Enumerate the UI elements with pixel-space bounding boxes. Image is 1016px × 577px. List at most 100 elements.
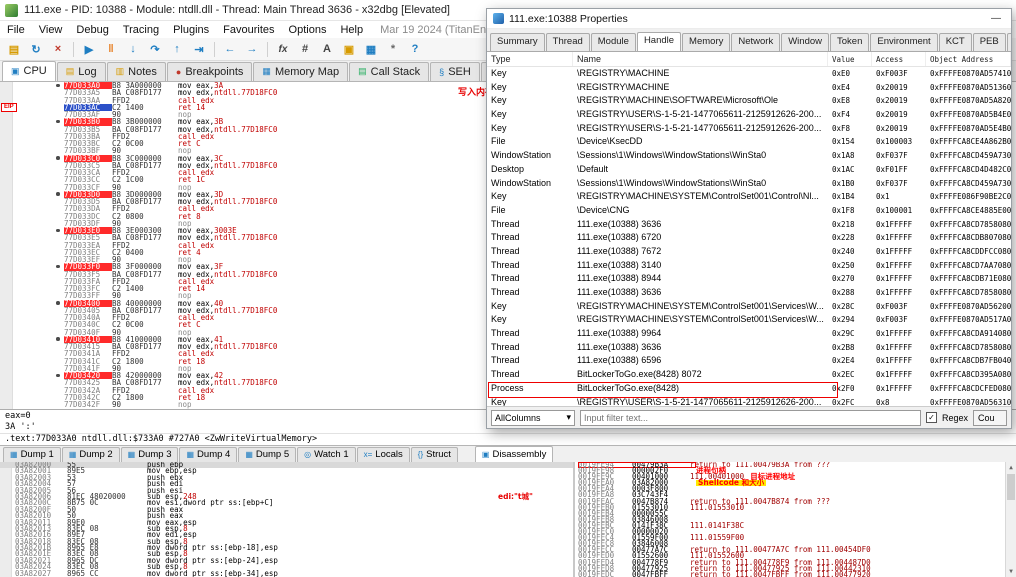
open-file-icon[interactable]: ▤ — [4, 40, 24, 59]
tab-memory[interactable]: Memory — [682, 33, 730, 51]
help-icon[interactable]: ? — [405, 40, 425, 59]
table-row[interactable]: Thread111.exe(10388) 99640x29C0x1FFFFF0x… — [487, 327, 1011, 341]
tab-dump-3[interactable]: ▦Dump 3 — [121, 447, 179, 462]
tab-cpu[interactable]: ▣CPU — [2, 61, 56, 81]
minimize-button[interactable]: — — [981, 13, 1011, 24]
tab-module[interactable]: Module — [591, 33, 636, 51]
patches-icon[interactable]: ▣ — [339, 40, 359, 59]
bottom-disassembly-pane[interactable]: 03A8200055push ebp03A8200189E5mov ebp,es… — [0, 462, 575, 577]
tab-breakpoints[interactable]: ●Breakpoints — [167, 62, 253, 81]
restart-icon[interactable]: ↻ — [26, 40, 46, 59]
run-to-cursor-icon[interactable]: ⇥ — [189, 40, 209, 59]
tab-token[interactable]: Token — [830, 33, 869, 51]
table-row[interactable]: Thread111.exe(10388) 65960x2E40x1FFFFF0x… — [487, 354, 1011, 368]
column-header-object-address[interactable]: Object Address — [926, 52, 1011, 66]
disasm-row[interactable]: 03A820278965 CCmov dword ptr ss:[ebp-34]… — [0, 571, 573, 577]
table-row[interactable]: ProcessBitLockerToGo.exe(8428)0x2F00x1FF… — [487, 382, 1011, 396]
table-row[interactable]: WindowStation\Sessions\1\Windows\WindowS… — [487, 177, 1011, 191]
menu-item-help[interactable]: Help — [333, 23, 370, 37]
column-header-access[interactable]: Access — [872, 52, 926, 66]
tab-peb[interactable]: PEB — [973, 33, 1006, 51]
step-over-icon[interactable]: ↷ — [145, 40, 165, 59]
table-row[interactable]: Key\REGISTRY\MACHINE0xE40x200190xFFFFE08… — [487, 81, 1011, 95]
tab-memory-map[interactable]: ▦Memory Map — [253, 62, 348, 81]
filter-input[interactable] — [580, 410, 921, 426]
run-icon[interactable]: ▶ — [79, 40, 99, 59]
scroll-down-icon[interactable]: ▼ — [1006, 566, 1016, 577]
table-row[interactable]: Key\REGISTRY\MACHINE0xE00xF003F0xFFFFE08… — [487, 67, 1011, 81]
tab-seh[interactable]: §SEH — [430, 62, 480, 81]
tab-handle[interactable]: Handle — [637, 32, 681, 51]
tab-log[interactable]: ▤Log — [57, 62, 106, 81]
menu-item-options[interactable]: Options — [282, 23, 334, 37]
table-row[interactable]: Key\REGISTRY\USER\S-1-5-21-1477065611-21… — [487, 122, 1011, 136]
column-header-type[interactable]: Type — [487, 52, 573, 66]
stack-pane[interactable]: 0019FE9400479B3Areturn to 111.00479B3A f… — [575, 462, 1016, 577]
table-row[interactable]: Key\REGISTRY\MACHINE\SOFTWARE\Microsoft\… — [487, 94, 1011, 108]
tab-thread[interactable]: Thread — [546, 33, 590, 51]
table-row[interactable]: File\Device\KsecDD0x1540x1000030xFFFFCA8… — [487, 135, 1011, 149]
table-row[interactable]: ThreadBitLockerToGo.exe(8428) 80720x2EC0… — [487, 368, 1011, 382]
hash-icon[interactable]: # — [295, 40, 315, 59]
fx-icon[interactable]: fx — [273, 40, 293, 59]
scrollbar-thumb[interactable] — [1007, 474, 1015, 500]
table-row[interactable]: WindowStation\Sessions\1\Windows\WindowS… — [487, 149, 1011, 163]
regex-checkbox[interactable]: ✓ — [926, 412, 937, 423]
settings-icon[interactable]: * — [383, 40, 403, 59]
tab-struct[interactable]: {}Struct — [411, 447, 458, 462]
properties-title-bar[interactable]: 111.exe:10388 Properties — — [487, 9, 1011, 29]
handle-name-cell: \Sessions\1\Windows\WindowStations\WinSt… — [573, 177, 828, 191]
handle-type-cell: Key — [487, 122, 573, 136]
tab-watch-1[interactable]: ◎Watch 1 — [297, 447, 355, 462]
column-header-value[interactable]: Value — [828, 52, 872, 66]
tab-network[interactable]: Network — [731, 33, 780, 51]
scroll-up-icon[interactable]: ▲ — [1006, 462, 1016, 473]
stack-scrollbar[interactable]: ▲ ▼ — [1005, 462, 1016, 577]
table-row[interactable]: Desktop\Default0x1AC0xF01FF0xFFFFCA8CD4D… — [487, 163, 1011, 177]
tab-memoryscan[interactable]: MemoryScan — [1007, 33, 1011, 51]
menu-item-tracing[interactable]: Tracing — [116, 23, 166, 37]
windows-icon[interactable]: ▦ — [361, 40, 381, 59]
table-row[interactable]: Thread111.exe(10388) 36360x2B80x1FFFFF0x… — [487, 341, 1011, 355]
forward-icon[interactable]: → — [242, 40, 262, 59]
tab-environment[interactable]: Environment — [870, 33, 937, 51]
tab-notes[interactable]: ▥Notes — [107, 62, 166, 81]
column-header-name[interactable]: Name — [573, 52, 828, 66]
step-into-icon[interactable]: ↓ — [123, 40, 143, 59]
menu-item-debug[interactable]: Debug — [69, 23, 115, 37]
menu-item-plugins[interactable]: Plugins — [166, 23, 216, 37]
table-row[interactable]: Key\REGISTRY\USER\S-1-5-21-1477065611-21… — [487, 396, 1011, 407]
table-row[interactable]: Thread111.exe(10388) 89440x2700x1FFFFF0x… — [487, 272, 1011, 286]
table-row[interactable]: Thread111.exe(10388) 36360x2880x1FFFFF0x… — [487, 286, 1011, 300]
tab-window[interactable]: Window — [781, 33, 829, 51]
menu-item-view[interactable]: View — [32, 23, 70, 37]
tab-locals[interactable]: x=Locals — [357, 447, 410, 462]
seh-icon: § — [439, 67, 444, 77]
tab-call-stack[interactable]: ▤Call Stack — [349, 62, 429, 81]
table-row[interactable]: Key\REGISTRY\MACHINE\SYSTEM\ControlSet00… — [487, 300, 1011, 314]
table-row[interactable]: File\Device\CNG0x1F80x1000010xFFFFCA8CE4… — [487, 204, 1011, 218]
tab-summary[interactable]: Summary — [490, 33, 545, 51]
columns-dropdown[interactable]: AllColumns ▾ — [491, 410, 575, 426]
table-row[interactable]: Key\REGISTRY\MACHINE\SYSTEM\ControlSet00… — [487, 190, 1011, 204]
tab-dump-2[interactable]: ▦Dump 2 — [62, 447, 120, 462]
back-icon[interactable]: ← — [220, 40, 240, 59]
tab-dump-1[interactable]: ▦Dump 1 — [3, 447, 61, 462]
table-row[interactable]: Key\REGISTRY\MACHINE\SYSTEM\ControlSet00… — [487, 313, 1011, 327]
menu-item-favourites[interactable]: Favourites — [216, 23, 281, 37]
close-icon[interactable]: × — [48, 40, 68, 59]
tab-dump-5[interactable]: ▦Dump 5 — [238, 447, 296, 462]
tab-kct[interactable]: KCT — [939, 33, 972, 51]
table-row[interactable]: Thread111.exe(10388) 67200x2280x1FFFFF0x… — [487, 231, 1011, 245]
tab-dump-4[interactable]: ▦Dump 4 — [179, 447, 237, 462]
table-row[interactable]: Thread111.exe(10388) 76720x2400x1FFFFF0x… — [487, 245, 1011, 259]
step-out-icon[interactable]: ↑ — [167, 40, 187, 59]
table-row[interactable]: Key\REGISTRY\USER\S-1-5-21-1477065611-21… — [487, 108, 1011, 122]
tab-disassembly[interactable]: ▣Disassembly — [475, 446, 553, 462]
font-icon[interactable]: A — [317, 40, 337, 59]
count-button[interactable]: Cou — [973, 410, 1007, 426]
table-row[interactable]: Thread111.exe(10388) 36360x2180x1FFFFF0x… — [487, 218, 1011, 232]
pause-icon[interactable]: ‖ — [101, 40, 121, 59]
table-row[interactable]: Thread111.exe(10388) 31400x2500x1FFFFF0x… — [487, 259, 1011, 273]
menu-item-file[interactable]: File — [0, 23, 32, 37]
